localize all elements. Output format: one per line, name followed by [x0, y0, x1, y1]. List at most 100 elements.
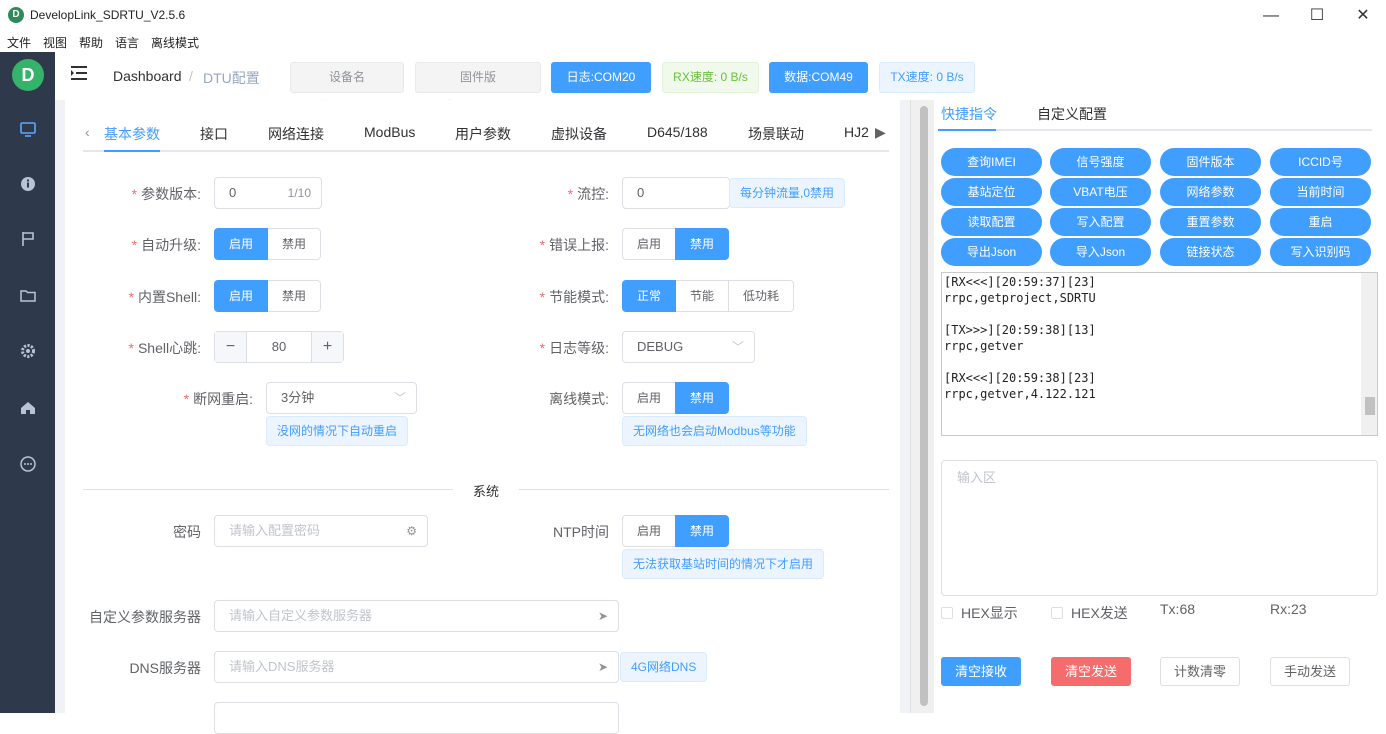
config-card: ‹ 基本参数 接口 网络连接 ModBus 用户参数 虚拟设备 D645/188…: [65, 100, 900, 734]
tx-speed-tag: TX速度: 0 B/s: [879, 62, 975, 93]
net-restart-select[interactable]: 3分钟 ﹀: [266, 382, 417, 414]
write-config-button[interactable]: 写入配置: [1050, 208, 1151, 236]
menu-language[interactable]: 语言: [115, 34, 139, 51]
menu-toggle-icon[interactable]: [71, 65, 89, 86]
cell-location-button[interactable]: 基站定位: [941, 178, 1042, 206]
flag-icon[interactable]: [17, 230, 39, 252]
error-report-enable[interactable]: 启用: [622, 228, 677, 260]
log-line: [TX>>>][20:59:38][13]: [944, 323, 1096, 337]
power-mode-normal[interactable]: 正常: [622, 280, 677, 312]
builtin-shell-enable[interactable]: 启用: [214, 280, 269, 312]
custom-server-input[interactable]: 请输入自定义参数服务器 ➤: [214, 600, 619, 632]
query-imei-button[interactable]: 查询IMEI: [941, 148, 1042, 176]
flow-control-hint: 每分钟流量,0禁用: [729, 178, 846, 208]
log-scrollbar-thumb[interactable]: [1365, 397, 1375, 415]
offline-mode-disable[interactable]: 禁用: [675, 382, 730, 414]
tab-user-params[interactable]: 用户参数: [455, 124, 511, 144]
chat-icon[interactable]: [17, 455, 39, 477]
title-bar: D DevelopLink_SDRTU_V2.5.6 — ☐ ✕: [0, 0, 1386, 31]
tab-modbus[interactable]: ModBus: [364, 124, 415, 140]
tab-scene-linkage[interactable]: 场景联动: [748, 124, 804, 144]
receive-log[interactable]: [RX<<<][20:59:37][23] rrpc,getproject,SDR…: [941, 272, 1378, 436]
export-json-button[interactable]: 导出Json: [941, 238, 1042, 266]
signal-strength-button[interactable]: 信号强度: [1050, 148, 1151, 176]
builtin-shell-disable[interactable]: 禁用: [267, 280, 322, 312]
password-input[interactable]: 请输入配置密码 ⚙: [214, 515, 428, 547]
main-scrollbar[interactable]: [910, 100, 934, 713]
write-id-code-button[interactable]: 写入识别码: [1270, 238, 1371, 266]
vbat-voltage-button[interactable]: VBAT电压: [1050, 178, 1151, 206]
right-tabs: 快捷指令 自定义配置: [938, 100, 1372, 131]
manual-send-button[interactable]: 手动发送: [1270, 657, 1350, 686]
tab-custom-config[interactable]: 自定义配置: [1037, 104, 1107, 124]
menu-view[interactable]: 视图: [43, 34, 67, 51]
data-port-button[interactable]: 数据:COM49: [769, 62, 868, 93]
send-input-area[interactable]: 输入区: [941, 460, 1378, 596]
tabs-prev-icon[interactable]: ‹: [85, 124, 90, 140]
main-scrollbar-thumb[interactable]: [920, 106, 928, 706]
folder-icon[interactable]: [17, 286, 39, 308]
tab-virtual-device[interactable]: 虚拟设备: [551, 124, 607, 144]
power-mode-saving[interactable]: 节能: [675, 280, 730, 312]
clear-receive-button[interactable]: 清空接收: [941, 657, 1021, 686]
firmware-version-tag: 固件版本:4.122.121: [415, 62, 541, 113]
read-config-button[interactable]: 读取配置: [941, 208, 1042, 236]
shell-heartbeat-stepper[interactable]: − 80 +: [214, 331, 344, 363]
log-level-select[interactable]: DEBUG ﹀: [622, 331, 755, 363]
ntp-disable[interactable]: 禁用: [675, 515, 730, 547]
breadcrumb-current: DTU配置: [203, 70, 260, 86]
section-title-system: 系统: [453, 481, 520, 500]
ntp-enable[interactable]: 启用: [622, 515, 677, 547]
monitor-icon[interactable]: [17, 120, 39, 142]
auto-upgrade-disable[interactable]: 禁用: [267, 228, 322, 260]
gear-icon[interactable]: ⚙: [406, 516, 417, 546]
hex-display-checkbox[interactable]: HEX显示: [941, 603, 1018, 623]
tabs-next-icon[interactable]: ▶: [875, 124, 886, 141]
tab-basic-params[interactable]: 基本参数: [104, 124, 160, 144]
tab-interface[interactable]: 接口: [200, 124, 228, 144]
clear-send-button[interactable]: 清空发送: [1051, 657, 1131, 686]
param-version-counter: 1/10: [287, 186, 311, 200]
dns-input[interactable]: 请输入DNS服务器 ➤: [214, 651, 619, 683]
error-report-disable[interactable]: 禁用: [675, 228, 730, 260]
menu-help[interactable]: 帮助: [79, 34, 103, 51]
reset-params-button[interactable]: 重置参数: [1160, 208, 1261, 236]
auto-upgrade-enable[interactable]: 启用: [214, 228, 269, 260]
close-button[interactable]: ✕: [1340, 0, 1386, 31]
increment-button[interactable]: +: [311, 332, 343, 362]
minimize-button[interactable]: —: [1248, 0, 1294, 31]
tab-network[interactable]: 网络连接: [268, 124, 324, 144]
current-time-button[interactable]: 当前时间: [1270, 178, 1371, 206]
tab-hj2[interactable]: HJ2: [844, 124, 869, 140]
flow-control-input[interactable]: 0: [622, 177, 730, 209]
maximize-button[interactable]: ☐: [1294, 0, 1340, 31]
offline-mode-enable[interactable]: 启用: [622, 382, 677, 414]
reset-count-button[interactable]: 计数清零: [1160, 657, 1240, 686]
active-tab-indicator: [104, 150, 160, 152]
tab-quick-commands[interactable]: 快捷指令: [941, 104, 997, 124]
menu-offline-mode[interactable]: 离线模式: [151, 34, 199, 51]
shell-heartbeat-value[interactable]: 80: [247, 332, 311, 362]
firmware-version-button[interactable]: 固件版本: [1160, 148, 1261, 176]
tab-d645-188[interactable]: D645/188: [647, 124, 708, 140]
hex-send-checkbox[interactable]: HEX发送: [1051, 603, 1128, 623]
param-version-input[interactable]: 0 1/10: [214, 177, 322, 209]
breadcrumb-dashboard[interactable]: Dashboard: [113, 68, 182, 84]
auto-upgrade-label: * 自动升级:: [131, 237, 201, 253]
next-field-input[interactable]: [214, 702, 619, 734]
power-mode-low[interactable]: 低功耗: [728, 280, 795, 312]
app-logo-icon: D: [8, 7, 24, 23]
home-icon[interactable]: [17, 399, 39, 421]
reboot-button[interactable]: 重启: [1270, 208, 1371, 236]
iccid-button[interactable]: ICCID号: [1270, 148, 1371, 176]
link-status-button[interactable]: 链接状态: [1160, 238, 1261, 266]
password-label: 密码: [173, 524, 201, 540]
gear-icon[interactable]: [17, 342, 39, 364]
menu-file[interactable]: 文件: [7, 34, 31, 51]
import-json-button[interactable]: 导入Json: [1050, 238, 1151, 266]
info-icon[interactable]: [17, 175, 39, 197]
log-scrollbar[interactable]: [1361, 273, 1377, 435]
network-params-button[interactable]: 网络参数: [1160, 178, 1261, 206]
log-port-button[interactable]: 日志:COM20: [551, 62, 651, 93]
decrement-button[interactable]: −: [215, 332, 247, 362]
